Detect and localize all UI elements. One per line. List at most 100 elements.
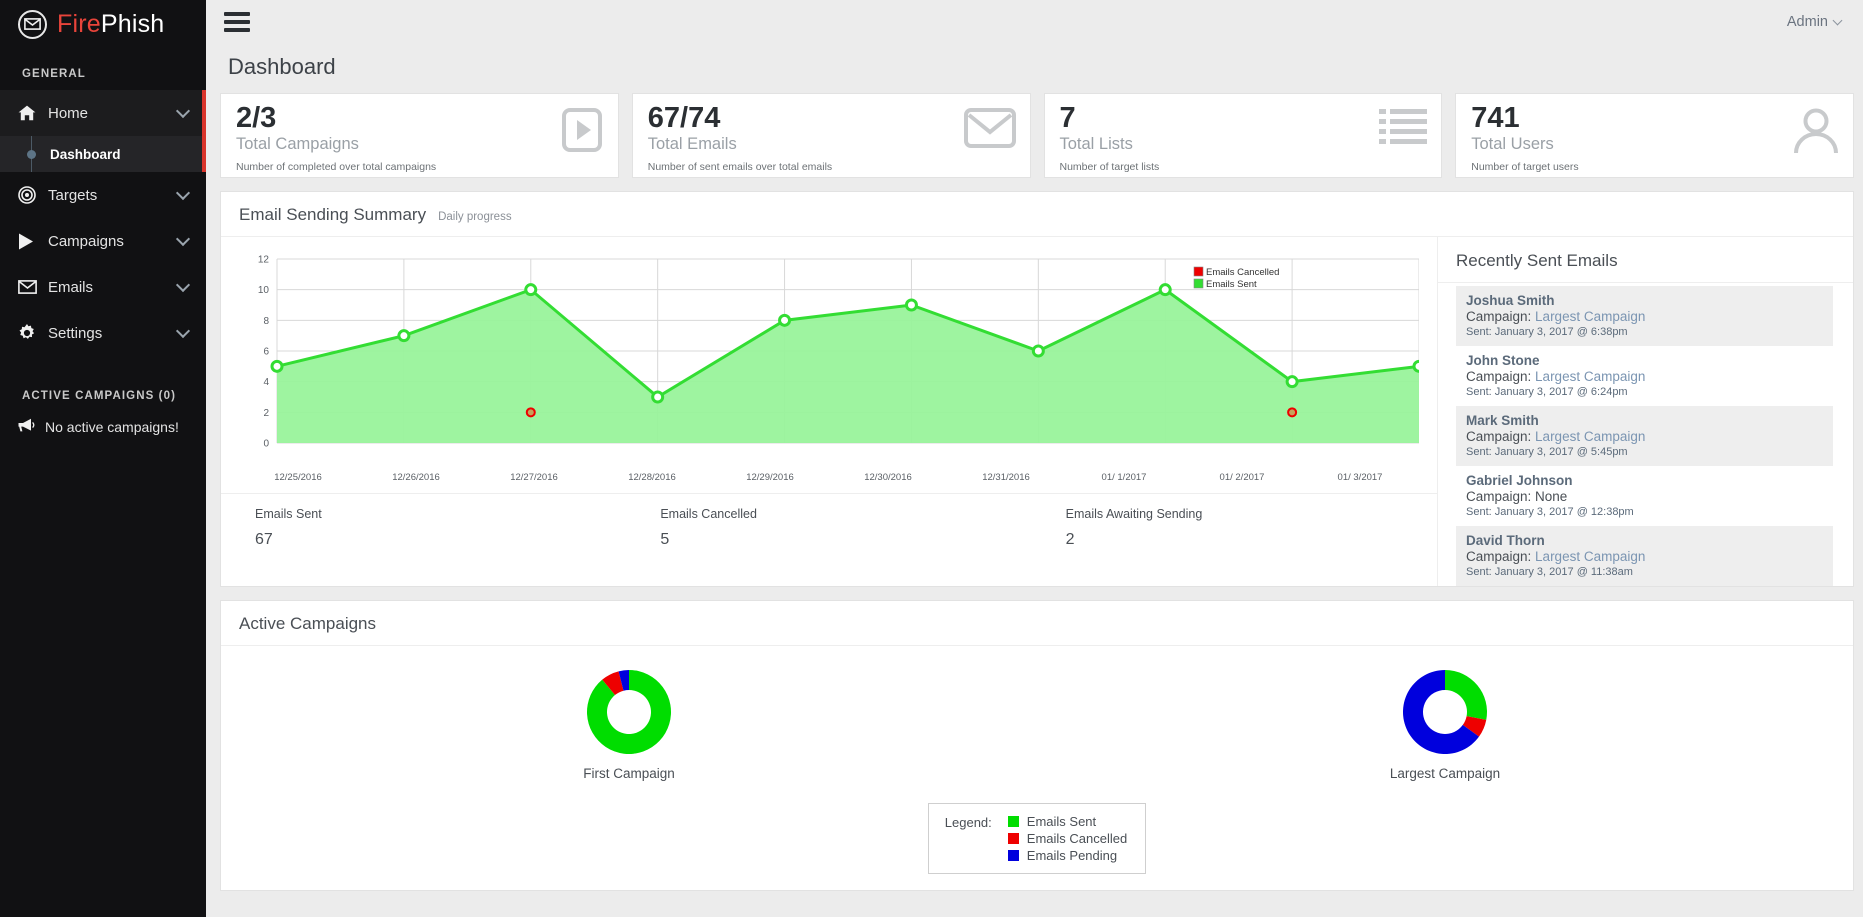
admin-menu[interactable]: Admin bbox=[1786, 14, 1843, 30]
stat-title: Total Emails bbox=[647, 134, 737, 153]
recently-sent-email-item[interactable]: Gabriel Johnson Campaign: None Sent: Janua… bbox=[1456, 466, 1833, 526]
campaign-link[interactable]: Largest Campaign bbox=[1535, 429, 1645, 444]
donut-charts: First Campaign Largest Campaign bbox=[221, 646, 1853, 781]
chart-x-tick-label: 01/ 2/2017 bbox=[1219, 472, 1265, 483]
stat-label: Emails Cancelled bbox=[660, 507, 757, 521]
hamburger-menu-icon[interactable] bbox=[224, 8, 250, 36]
svg-text:Emails Cancelled: Emails Cancelled bbox=[1206, 267, 1279, 278]
legend-color-swatch bbox=[1007, 816, 1019, 827]
sidebar-item-dashboard[interactable]: Dashboard bbox=[0, 136, 206, 172]
donut-label: First Campaign bbox=[583, 766, 675, 781]
sidebar-item-label: Campaigns bbox=[48, 232, 124, 250]
email-sent-time: Sent: January 3, 2017 @ 6:38pm bbox=[1466, 326, 1628, 338]
email-recipient-name: Gabriel Johnson bbox=[1466, 473, 1573, 488]
email-recipient-name: Mark Smith bbox=[1466, 413, 1539, 428]
chart-svg: 0 2 4 6 8 10 12 Emails CancelledEmails Sent bbox=[258, 255, 1419, 450]
svg-text:8: 8 bbox=[263, 316, 269, 327]
campaign-link: None bbox=[1535, 489, 1568, 504]
sidebar-subitem-label: Dashboard bbox=[50, 146, 121, 162]
donut-chart-svg bbox=[1403, 670, 1487, 754]
svg-text:2: 2 bbox=[263, 408, 269, 419]
admin-label: Admin bbox=[1786, 14, 1828, 30]
panel-title: Active Campaigns bbox=[239, 614, 377, 633]
email-recipient-name: John Stone bbox=[1466, 353, 1540, 368]
chart-x-tick-label: 12/27/2016 bbox=[510, 472, 558, 483]
chart-x-tick-label: 12/25/2016 bbox=[274, 472, 322, 483]
sidebar-item-targets[interactable]: Targets bbox=[0, 172, 206, 218]
gear-icon bbox=[18, 324, 44, 342]
megaphone-icon bbox=[18, 418, 36, 435]
page-title: Dashboard bbox=[228, 54, 336, 79]
sidebar-item-home[interactable]: Home bbox=[0, 90, 206, 136]
chart-x-tick-label: 12/26/2016 bbox=[392, 472, 440, 483]
panel-header: Email Sending Summary Daily progress bbox=[221, 192, 1853, 237]
sidebar-item-label: Targets bbox=[48, 186, 98, 204]
chart-column: 0 2 4 6 8 10 12 Emails Cancelled Emails Sent 12/… bbox=[221, 237, 1437, 586]
campaign-link[interactable]: Largest Campaign bbox=[1535, 309, 1645, 324]
email-sent-time: Sent: January 3, 2017 @ 12:38pm bbox=[1466, 506, 1634, 518]
chart-x-tick-label: 12/31/2016 bbox=[982, 472, 1030, 483]
envelope-icon bbox=[963, 108, 1016, 153]
donut-first-campaign[interactable]: First Campaign bbox=[221, 668, 1037, 781]
play-square-icon bbox=[560, 108, 604, 157]
stat-subtitle: Number of target users bbox=[1471, 160, 1579, 173]
campaign-prefix: Campaign: bbox=[1466, 489, 1536, 504]
stat-value: 741 bbox=[1471, 102, 1520, 134]
envelope-icon bbox=[18, 280, 44, 294]
stat-label: Emails Awaiting Sending bbox=[1065, 507, 1203, 521]
campaign-link[interactable]: Largest Campaign bbox=[1535, 549, 1645, 564]
stat-card-total-lists[interactable]: 7 Total Lists Number of target lists bbox=[1043, 93, 1443, 178]
stat-value: 2/3 bbox=[236, 102, 277, 134]
campaign-prefix: Campaign: bbox=[1466, 309, 1536, 324]
campaign-link[interactable]: Largest Campaign bbox=[1535, 369, 1645, 384]
chevron-down-icon bbox=[175, 277, 191, 292]
chart-x-tick-label: 12/29/2016 bbox=[746, 472, 794, 483]
target-icon bbox=[18, 186, 44, 204]
legend-color-swatch bbox=[1007, 850, 1019, 861]
email-campaign: Campaign: None bbox=[1466, 489, 1823, 504]
main-area: Admin Dashboard 2/3 Total Campaigns Numb… bbox=[206, 0, 1863, 917]
home-icon bbox=[18, 105, 44, 121]
stat-value: 7 bbox=[1059, 102, 1076, 134]
recently-sent-emails-title: Recently Sent Emails bbox=[1438, 237, 1853, 283]
active-campaigns-section-label: ACTIVE CAMPAIGNS (0) bbox=[22, 390, 177, 402]
list-icon bbox=[1379, 108, 1428, 149]
recently-sent-email-item[interactable]: Mark Smith Campaign: Largest Campaign Sent… bbox=[1456, 406, 1833, 466]
campaign-prefix: Campaign: bbox=[1466, 369, 1536, 384]
stat-emails-sent: Emails Sent 67 bbox=[221, 507, 626, 549]
recently-sent-email-item[interactable]: David Thorn Campaign: Largest Campaign Sen… bbox=[1456, 526, 1833, 586]
email-sent-time: Sent: January 3, 2017 @ 6:24pm bbox=[1466, 386, 1628, 398]
stat-emails-cancelled: Emails Cancelled 5 bbox=[626, 507, 1031, 549]
stat-card-total-campaigns[interactable]: 2/3 Total Campaigns Number of completed … bbox=[220, 93, 619, 178]
no-active-campaigns-message: No active campaigns! bbox=[0, 412, 206, 435]
email-recipient-name: Joshua Smith bbox=[1466, 293, 1555, 308]
chart-x-tick-label: 12/30/2016 bbox=[864, 472, 912, 483]
recently-sent-email-item[interactable]: John Stone Campaign: Largest Campaign Sent… bbox=[1456, 346, 1833, 406]
chart-x-tick-label: 01/ 3/2017 bbox=[1337, 472, 1383, 483]
no-active-campaigns-text: No active campaigns! bbox=[45, 418, 179, 435]
stat-subtitle: Number of sent emails over total emails bbox=[647, 160, 833, 173]
legend-row: Emails Pending bbox=[1007, 848, 1127, 863]
sidebar-item-settings[interactable]: Settings bbox=[0, 310, 206, 356]
chevron-down-icon bbox=[1832, 15, 1843, 25]
panel-subtitle: Daily progress bbox=[438, 211, 512, 223]
stat-card-total-emails[interactable]: 67/74 Total Emails Number of sent emails… bbox=[631, 93, 1031, 178]
recently-sent-email-item[interactable]: Joshua Smith Campaign: Largest Campaign Se… bbox=[1456, 286, 1833, 346]
campaign-prefix: Campaign: bbox=[1466, 429, 1536, 444]
email-campaign: Campaign: Largest Campaign bbox=[1466, 309, 1823, 324]
brand-name-fire: Fire bbox=[57, 9, 101, 38]
donut-largest-campaign[interactable]: Largest Campaign bbox=[1037, 668, 1853, 781]
sidebar-item-emails[interactable]: Emails bbox=[0, 264, 206, 310]
chevron-down-icon bbox=[175, 103, 191, 118]
sidebar-item-label: Settings bbox=[48, 324, 103, 342]
sidebar-item-campaigns[interactable]: Campaigns bbox=[0, 218, 206, 264]
brand-logo[interactable]: FirePhish bbox=[0, 0, 206, 48]
chart-x-axis-labels: 12/25/2016 12/26/2016 12/27/2016 12/28/2016… bbox=[239, 472, 1419, 483]
stat-subtitle: Number of completed over total campaigns bbox=[236, 160, 437, 173]
stat-card-total-users[interactable]: 741 Total Users Number of target users bbox=[1455, 93, 1854, 178]
bullet-dot-icon bbox=[26, 149, 36, 159]
stat-value: 2 bbox=[1065, 531, 1075, 548]
email-recipient-name: David Thorn bbox=[1466, 533, 1545, 548]
stat-value: 67 bbox=[255, 531, 273, 548]
sidebar-section-label: GENERAL bbox=[22, 68, 86, 80]
